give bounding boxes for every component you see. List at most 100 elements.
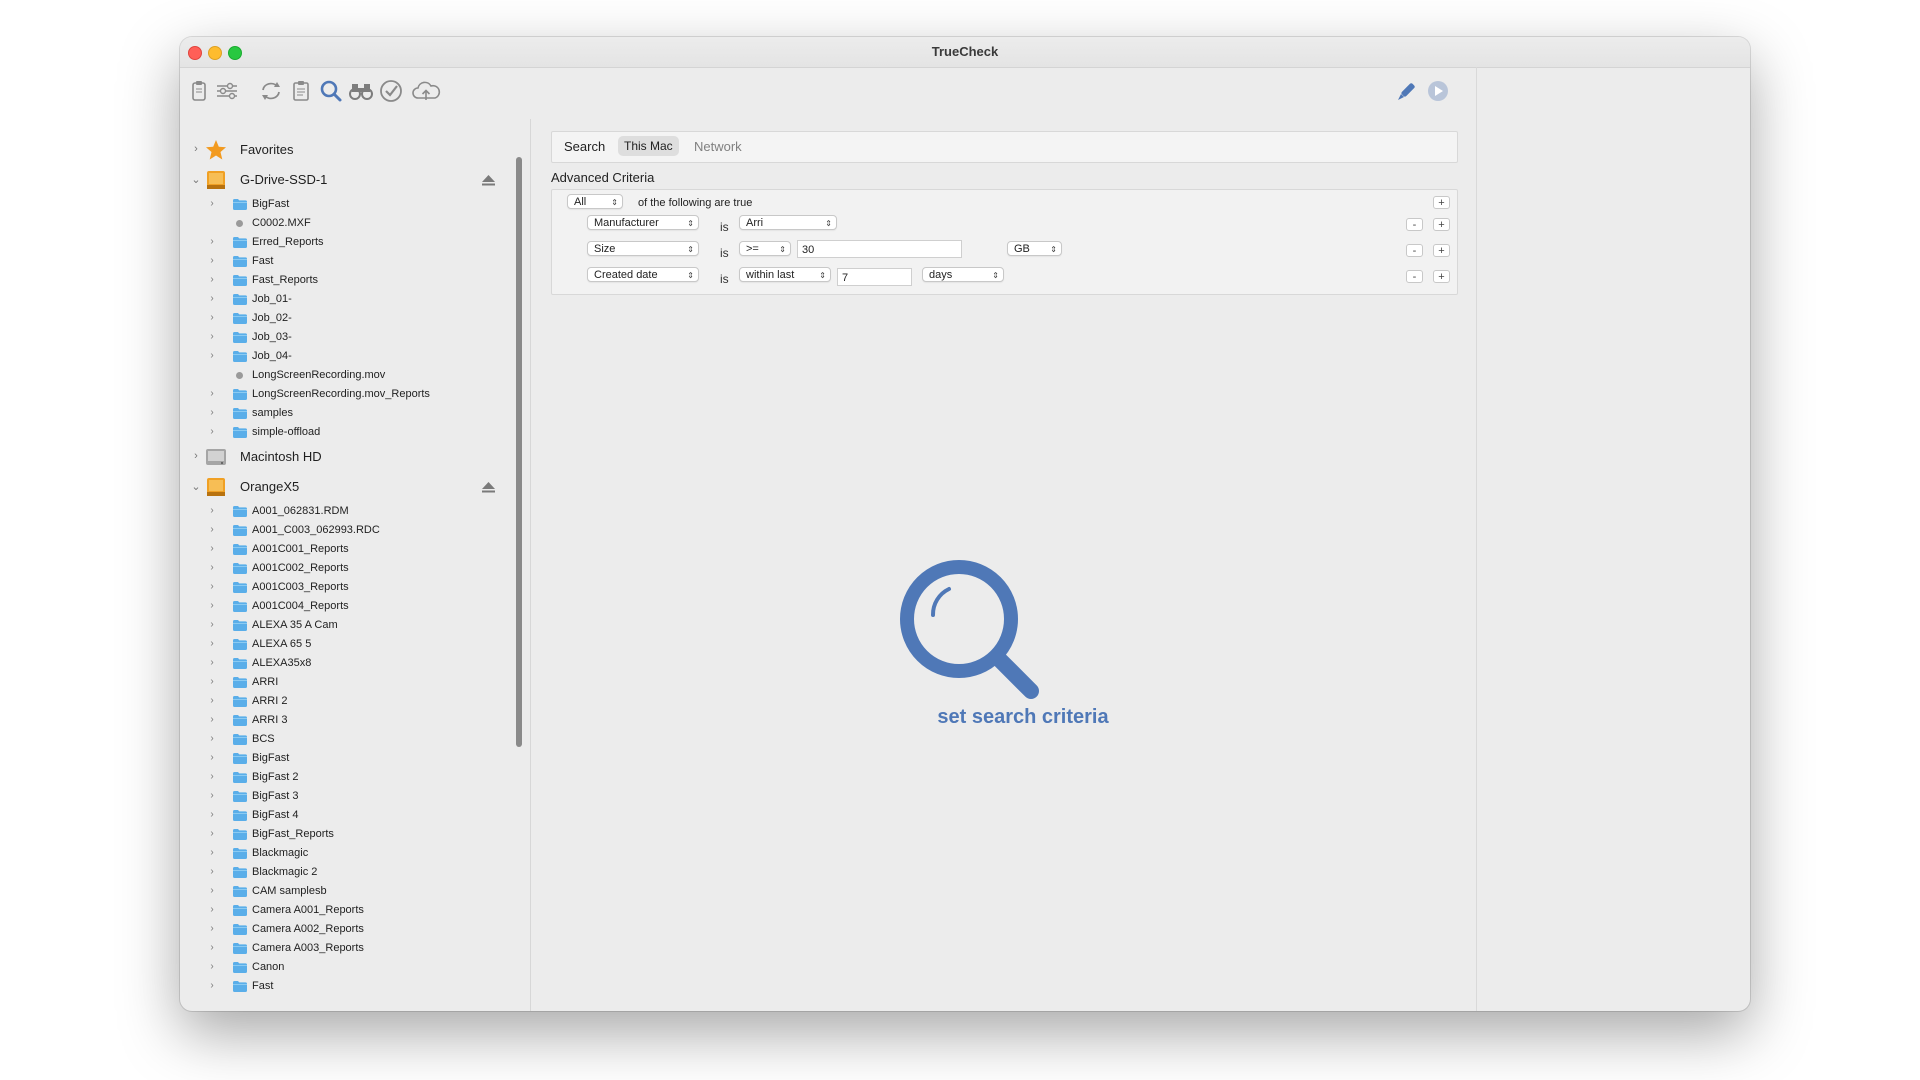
- report-icon[interactable]: [288, 78, 314, 104]
- tree-folder-item[interactable]: › Job_02-: [190, 309, 515, 328]
- rule-3-field-popup[interactable]: Created date ⇕: [587, 267, 699, 282]
- chevron-right-icon[interactable]: ›: [206, 619, 218, 630]
- tree-folder-item[interactable]: › Camera A003_Reports: [190, 939, 515, 958]
- chevron-right-icon[interactable]: ›: [206, 980, 218, 991]
- clipboard-icon[interactable]: [186, 78, 212, 104]
- tree-folder-item[interactable]: › Erred_Reports: [190, 233, 515, 252]
- chevron-right-icon[interactable]: ›: [206, 331, 218, 342]
- tree-folder-item[interactable]: › samples: [190, 404, 515, 423]
- tree-folder-item[interactable]: › A001C004_Reports: [190, 597, 515, 616]
- tree-folder-item[interactable]: › Job_03-: [190, 328, 515, 347]
- chevron-right-icon[interactable]: ›: [206, 790, 218, 801]
- chevron-right-icon[interactable]: ›: [206, 274, 218, 285]
- chevron-right-icon[interactable]: ›: [206, 752, 218, 763]
- chevron-right-icon[interactable]: ›: [206, 885, 218, 896]
- rule-1-value-popup[interactable]: Arri ⇕: [739, 215, 837, 230]
- tree-folder-item[interactable]: › A001C002_Reports: [190, 559, 515, 578]
- chevron-right-icon[interactable]: ›: [206, 847, 218, 858]
- chevron-right-icon[interactable]: ›: [206, 524, 218, 535]
- sync-icon[interactable]: [258, 78, 284, 104]
- tree-folder-item[interactable]: › CAM samplesb: [190, 882, 515, 901]
- sidebar-drive[interactable]: ⌄ OrangeX5: [190, 472, 515, 502]
- chevron-right-icon[interactable]: ›: [206, 198, 218, 209]
- tree-folder-item[interactable]: › Fast: [190, 977, 515, 996]
- chevron-right-icon[interactable]: ›: [190, 143, 202, 155]
- chevron-right-icon[interactable]: ›: [206, 543, 218, 554]
- tree-folder-item[interactable]: › ARRI: [190, 673, 515, 692]
- rule-2-unit-popup[interactable]: GB ⇕: [1007, 241, 1062, 256]
- tree-folder-item[interactable]: › A001_C003_062993.RDC: [190, 521, 515, 540]
- tree-folder-item[interactable]: › Blackmagic 2: [190, 863, 515, 882]
- chevron-right-icon[interactable]: ›: [206, 426, 218, 437]
- tree-folder-item[interactable]: › BigFast 4: [190, 806, 515, 825]
- chevron-down-icon[interactable]: ⌄: [190, 173, 202, 186]
- chevron-down-icon[interactable]: ⌄: [190, 480, 202, 493]
- brush-icon[interactable]: [1394, 78, 1420, 104]
- chevron-right-icon[interactable]: ›: [206, 809, 218, 820]
- chevron-right-icon[interactable]: ›: [206, 961, 218, 972]
- chevron-right-icon[interactable]: ›: [206, 676, 218, 687]
- chevron-right-icon[interactable]: ›: [206, 236, 218, 247]
- sidebar-drive[interactable]: › Macintosh HD: [190, 442, 515, 472]
- chevron-right-icon[interactable]: ›: [206, 638, 218, 649]
- eject-icon[interactable]: [482, 174, 495, 186]
- tree-folder-item[interactable]: › A001_062831.RDM: [190, 502, 515, 521]
- chevron-right-icon[interactable]: ›: [206, 923, 218, 934]
- cloud-upload-icon[interactable]: [410, 78, 442, 104]
- rule-3-remove-button[interactable]: -: [1406, 270, 1423, 283]
- tree-folder-item[interactable]: › Job_01-: [190, 290, 515, 309]
- tree-folder-item[interactable]: › LongScreenRecording.mov_Reports: [190, 385, 515, 404]
- tree-folder-item[interactable]: › BigFast: [190, 749, 515, 768]
- chevron-right-icon[interactable]: ›: [190, 450, 202, 462]
- chevron-right-icon[interactable]: ›: [206, 581, 218, 592]
- chevron-right-icon[interactable]: ›: [206, 828, 218, 839]
- rule-1-field-popup[interactable]: Manufacturer ⇕: [587, 215, 699, 230]
- search-icon[interactable]: [318, 78, 344, 104]
- add-rule-button[interactable]: +: [1433, 196, 1450, 209]
- chevron-right-icon[interactable]: ›: [206, 293, 218, 304]
- rule-1-add-button[interactable]: +: [1433, 218, 1450, 231]
- tree-folder-item[interactable]: › Camera A001_Reports: [190, 901, 515, 920]
- rule-2-remove-button[interactable]: -: [1406, 244, 1423, 257]
- eject-icon[interactable]: [482, 481, 495, 493]
- rule-3-operator-popup[interactable]: within last ⇕: [739, 267, 831, 282]
- chevron-right-icon[interactable]: ›: [206, 904, 218, 915]
- tree-file-item[interactable]: LongScreenRecording.mov: [190, 366, 515, 385]
- chevron-right-icon[interactable]: ›: [206, 733, 218, 744]
- rule-1-remove-button[interactable]: -: [1406, 218, 1423, 231]
- rule-2-operator-popup[interactable]: >= ⇕: [739, 241, 791, 256]
- chevron-right-icon[interactable]: ›: [206, 600, 218, 611]
- play-icon[interactable]: [1425, 78, 1451, 104]
- tree-folder-item[interactable]: › ALEXA 35 A Cam: [190, 616, 515, 635]
- tree-folder-item[interactable]: › Fast: [190, 252, 515, 271]
- tree-folder-item[interactable]: › BigFast_Reports: [190, 825, 515, 844]
- tree-folder-item[interactable]: › ARRI 2: [190, 692, 515, 711]
- checkmark-icon[interactable]: [378, 78, 404, 104]
- tree-file-item[interactable]: C0002.MXF: [190, 214, 515, 233]
- chevron-right-icon[interactable]: ›: [206, 866, 218, 877]
- scope-this-mac-button[interactable]: This Mac: [618, 136, 679, 156]
- rule-2-field-popup[interactable]: Size ⇕: [587, 241, 699, 256]
- tree-folder-item[interactable]: › Fast_Reports: [190, 271, 515, 290]
- rule-2-value-field[interactable]: 30: [797, 240, 962, 258]
- chevron-right-icon[interactable]: ›: [206, 714, 218, 725]
- chevron-right-icon[interactable]: ›: [206, 771, 218, 782]
- tree-folder-item[interactable]: › A001C001_Reports: [190, 540, 515, 559]
- rule-2-add-button[interactable]: +: [1433, 244, 1450, 257]
- tree-folder-item[interactable]: › Canon: [190, 958, 515, 977]
- chevron-right-icon[interactable]: ›: [206, 255, 218, 266]
- tree-folder-item[interactable]: › BigFast: [190, 195, 515, 214]
- tree-folder-item[interactable]: › ALEXA35x8: [190, 654, 515, 673]
- sidebar-favorites[interactable]: › Favorites: [190, 135, 515, 165]
- chevron-right-icon[interactable]: ›: [206, 562, 218, 573]
- tree-folder-item[interactable]: › BCS: [190, 730, 515, 749]
- sidebar-scrollbar[interactable]: [516, 157, 522, 747]
- tree-folder-item[interactable]: › ALEXA 65 5: [190, 635, 515, 654]
- chevron-right-icon[interactable]: ›: [206, 942, 218, 953]
- chevron-right-icon[interactable]: ›: [206, 657, 218, 668]
- tree-folder-item[interactable]: › BigFast 3: [190, 787, 515, 806]
- rule-3-unit-popup[interactable]: days ⇕: [922, 267, 1004, 282]
- tree-folder-item[interactable]: › ARRI 3: [190, 711, 515, 730]
- scope-network-button[interactable]: Network: [694, 139, 742, 154]
- match-mode-popup[interactable]: All ⇕: [567, 194, 623, 209]
